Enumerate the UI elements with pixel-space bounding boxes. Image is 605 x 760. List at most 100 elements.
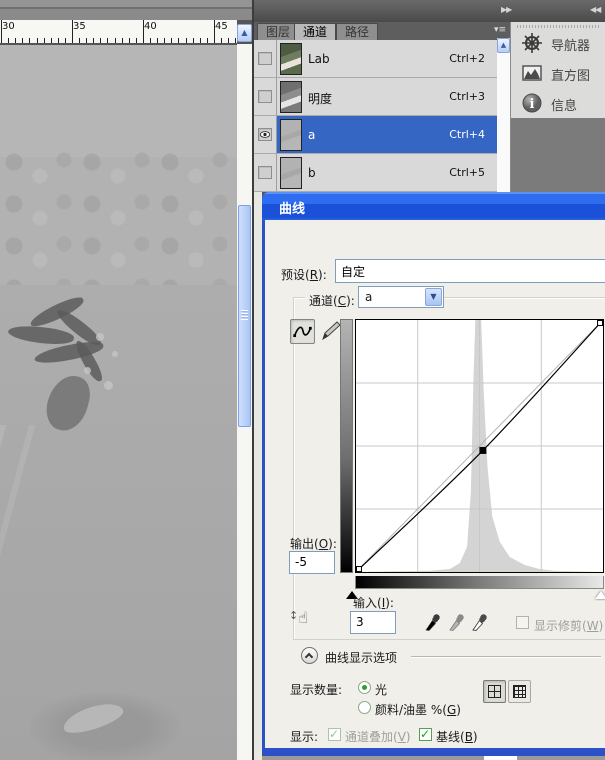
- ruler-tick: [157, 38, 158, 43]
- document-canvas[interactable]: 思缘设计论坛 WWW.MISSYUAN.COM: [0, 45, 237, 760]
- ruler-tick: [136, 38, 137, 43]
- ruler-tick: [164, 38, 165, 43]
- pigment-ink-radio[interactable]: [358, 701, 371, 714]
- panel-scrollbar[interactable]: ▲: [497, 38, 510, 192]
- ruler-tick: [228, 38, 229, 43]
- selected-curve-point[interactable]: [479, 447, 486, 454]
- gray-point-eyedropper-icon[interactable]: [446, 612, 466, 634]
- show-clipping-checkbox[interactable]: [516, 616, 529, 629]
- visibility-cell[interactable]: [254, 116, 277, 153]
- visibility-cell[interactable]: [254, 40, 277, 77]
- ruler-tick: [58, 38, 59, 43]
- show-clipping-label: 显示修剪(W): [534, 617, 603, 634]
- panel-sliver: [254, 192, 262, 760]
- panel-menu-icon[interactable]: ▾≡: [494, 25, 506, 35]
- smooth-curve-tool-button[interactable]: [290, 319, 315, 344]
- on-image-adjust-icon[interactable]: ↕☝: [289, 608, 319, 632]
- dialog-titlebar[interactable]: 曲线: [262, 192, 605, 220]
- channel-row-b[interactable]: b Ctrl+5: [254, 154, 497, 192]
- ruler-tick: [235, 38, 236, 43]
- ruler: 30354045: [0, 20, 237, 44]
- eye-icon[interactable]: [258, 128, 272, 141]
- channel-thumbnail[interactable]: [280, 81, 302, 113]
- background-strip: [262, 756, 605, 760]
- ruler-tick: [93, 38, 94, 43]
- leaf-shadow: [30, 693, 180, 760]
- dropdown-arrow-icon[interactable]: ▼: [425, 288, 442, 306]
- photoshop-workspace: 30354045 ▲ 思缘设计论坛 WWW.MISSYUAN.COM ▶▶ ◀◀: [0, 0, 605, 760]
- ruler-tick: [65, 38, 66, 43]
- scroll-up-button[interactable]: ▲: [237, 24, 252, 42]
- preset-field[interactable]: 自定: [335, 259, 605, 283]
- ruler-tick: [72, 20, 73, 43]
- chevron-up-icon: [305, 653, 313, 661]
- ruler-tick: [107, 38, 108, 43]
- channel-row-a[interactable]: a Ctrl+4: [254, 116, 497, 154]
- visibility-cell[interactable]: [254, 78, 277, 115]
- tab-paths[interactable]: 路径: [336, 23, 378, 40]
- curve-options-expander-button[interactable]: [301, 647, 318, 664]
- ruler-tick: [86, 38, 87, 43]
- collapse-panel-icon[interactable]: ▶▶: [501, 5, 511, 14]
- ruler-number: 35: [73, 21, 86, 32]
- ruler-tick: [115, 38, 116, 43]
- channel-shortcut: Ctrl+3: [449, 90, 485, 103]
- dialog-bottom-border: [262, 748, 605, 756]
- eye-toggle-empty[interactable]: [258, 90, 272, 103]
- channel-row-lab[interactable]: Lab Ctrl+2: [254, 40, 497, 78]
- channel-row-lightness[interactable]: 明度 Ctrl+3: [254, 78, 497, 116]
- channel-list: Lab Ctrl+2 明度 Ctrl+3 a: [254, 40, 497, 192]
- channel-dropdown[interactable]: a ▼: [358, 286, 444, 308]
- detailed-grid-button[interactable]: [508, 680, 531, 703]
- channel-name: b: [308, 166, 316, 180]
- simple-grid-button[interactable]: [483, 680, 506, 703]
- scrollbar-thumb[interactable]: [238, 205, 251, 427]
- dock-item-navigator[interactable]: 导航器: [511, 30, 605, 58]
- channel-thumbnail[interactable]: [280, 119, 302, 151]
- ruler-tick: [150, 38, 151, 43]
- window-chrome-bar: [0, 0, 252, 20]
- canvas-vertical-scrollbar[interactable]: [237, 44, 252, 760]
- visibility-cell[interactable]: [254, 154, 277, 191]
- dock-item-histogram[interactable]: 直方图: [511, 60, 605, 88]
- ruler-tick: [79, 38, 80, 43]
- ruler-number: 40: [144, 21, 157, 32]
- dock-item-info[interactable]: i 信息: [511, 90, 605, 118]
- background-patch: [484, 756, 517, 760]
- input-value-field[interactable]: 3: [350, 611, 396, 634]
- black-point-eyedropper-icon[interactable]: [422, 612, 442, 634]
- ruler-tick: [214, 20, 215, 43]
- white-point-eyedropper-icon[interactable]: [469, 612, 489, 634]
- channel-thumbnail[interactable]: [280, 157, 302, 189]
- light-radio[interactable]: [358, 681, 371, 694]
- channel-name: a: [308, 128, 315, 142]
- channel-name: 明度: [308, 90, 332, 107]
- dock-item-label: 信息: [551, 95, 577, 114]
- highlight-slider-icon[interactable]: [595, 591, 605, 599]
- eye-toggle-empty[interactable]: [258, 52, 272, 65]
- tab-layers[interactable]: 图层: [257, 23, 299, 40]
- info-icon: i: [521, 92, 543, 114]
- dock-item-label: 导航器: [551, 35, 590, 54]
- eye-toggle-empty[interactable]: [258, 166, 272, 179]
- dock-item-label: 直方图: [551, 65, 590, 84]
- show-amount-label: 显示数量:: [290, 681, 342, 698]
- curve-graph[interactable]: [355, 319, 604, 573]
- baseline-checkbox[interactable]: [419, 728, 432, 741]
- output-label: 输出(O):: [290, 535, 337, 552]
- scroll-up-button[interactable]: ▲: [497, 38, 510, 53]
- dock-header-strip: ▶▶ ◀◀: [254, 0, 605, 22]
- dock-grip: [517, 25, 599, 28]
- section-divider: [411, 656, 601, 658]
- output-value-field[interactable]: -5: [289, 551, 335, 574]
- flower-highlight: [96, 333, 104, 341]
- collapse-dock-icon[interactable]: ◀◀: [590, 5, 600, 14]
- ruler-tick: [44, 38, 45, 43]
- channel-overlays-checkbox[interactable]: [328, 728, 341, 741]
- channel-thumbnail[interactable]: [280, 43, 302, 75]
- tab-channels[interactable]: 通道: [294, 23, 336, 40]
- curves-dialog: 曲线 预设(R): 自定 通道(C): a ▼: [262, 192, 605, 756]
- curve-tool-icon: [291, 320, 314, 343]
- ruler-tick: [178, 38, 179, 43]
- show-label: 显示:: [290, 728, 318, 745]
